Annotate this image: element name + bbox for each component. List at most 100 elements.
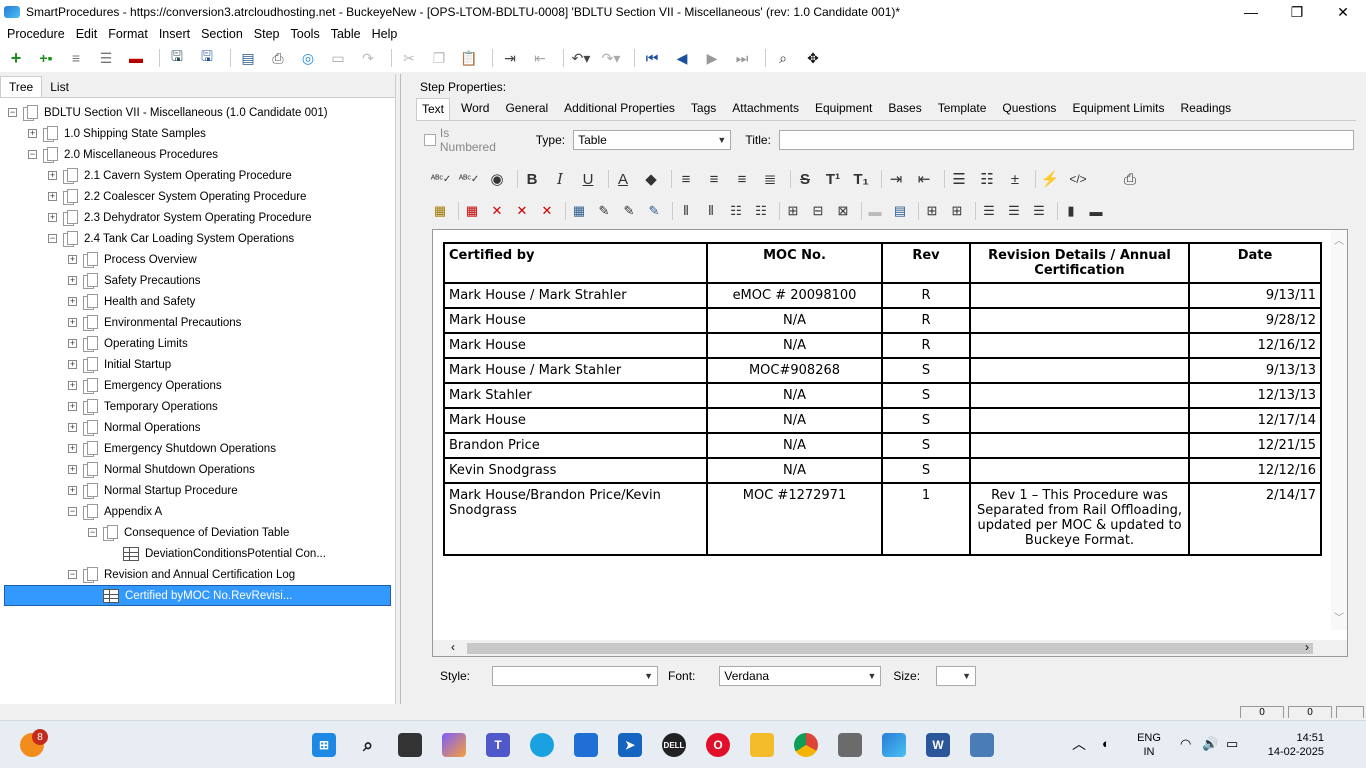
cell-certified-by[interactable]: Mark House — [443, 307, 708, 334]
collapse-icon[interactable]: − — [28, 150, 37, 159]
superscript-icon[interactable]: T¹ — [822, 168, 844, 190]
tree-item[interactable]: Certified byMOC No.RevRevisi... — [4, 585, 391, 606]
chrome-icon[interactable] — [794, 733, 818, 757]
cell-certified-by[interactable]: Mark House / Mark Strahler — [443, 282, 708, 309]
form-icon[interactable]: ▭ — [326, 47, 350, 69]
cell-moc-no[interactable]: N/A — [706, 382, 883, 409]
chevron-up-icon[interactable]: ︿ — [1072, 737, 1086, 751]
menu-section[interactable]: Section — [197, 27, 247, 41]
expand-icon[interactable]: + — [68, 339, 77, 348]
header-revision-details[interactable]: Revision Details / Annual Certification — [969, 242, 1190, 284]
spellcheck-icon[interactable]: ᴬᴮᶜ✓ — [430, 168, 452, 190]
word-icon[interactable]: W — [926, 733, 950, 757]
close-button[interactable]: ✕ — [1320, 0, 1366, 24]
clock[interactable]: 14:51 14-02-2025 — [1254, 731, 1324, 759]
start-icon[interactable]: ⊞ — [312, 733, 336, 757]
cell-date[interactable]: 9/13/11 — [1188, 282, 1322, 309]
insert-column-left-icon[interactable]: ⫴ — [676, 200, 696, 222]
tree-item[interactable]: − BDLTU Section VII - Miscellaneous (1.0 … — [8, 102, 328, 123]
tree-item[interactable]: − 2.4 Tank Car Loading System Operations — [48, 228, 294, 249]
minimize-button[interactable]: — — [1228, 0, 1274, 24]
delete-icon[interactable]: ▬ — [124, 47, 148, 69]
insert-row-above-icon[interactable]: ☷ — [726, 200, 746, 222]
wifi-icon[interactable]: ◠ — [1180, 737, 1191, 751]
language-indicator[interactable]: ENG IN — [1134, 731, 1164, 759]
delete-row-icon[interactable]: ✕ — [487, 200, 507, 222]
cell-date[interactable]: 2/14/17 — [1188, 482, 1322, 556]
collapse-icon[interactable]: − — [68, 507, 77, 516]
store-icon[interactable] — [574, 733, 598, 757]
app-arrow-icon[interactable]: ➤ — [618, 733, 642, 757]
tab-general[interactable]: General — [500, 98, 553, 120]
edge-icon[interactable] — [530, 733, 554, 757]
cell-moc-no[interactable]: eMOC # 20098100 — [706, 282, 883, 309]
cell-rev[interactable]: S — [881, 382, 971, 409]
subscript-icon[interactable]: T₁ — [850, 168, 872, 190]
cell-rev[interactable]: S — [881, 457, 971, 484]
add-icon[interactable]: + — [4, 47, 28, 69]
underline-icon[interactable]: U — [577, 168, 599, 190]
tree-item[interactable]: +2.1 Cavern System Operating Procedure — [48, 165, 292, 186]
tree-item[interactable]: − 2.0 Miscellaneous Procedures — [28, 144, 218, 165]
tab-list[interactable]: List — [42, 77, 77, 97]
header-moc-no[interactable]: MOC No. — [706, 242, 883, 284]
column-width-icon[interactable]: ▮ — [1061, 200, 1081, 222]
tree-item[interactable]: + Emergency Shutdown Operations — [68, 438, 276, 459]
opera-icon[interactable]: O — [706, 733, 730, 757]
style-select[interactable]: ▼ — [492, 666, 659, 686]
tab-text[interactable]: Text — [416, 98, 451, 120]
cell-date[interactable]: 12/16/12 — [1188, 332, 1322, 359]
cell-revision-details[interactable] — [969, 407, 1190, 434]
title-input[interactable] — [778, 130, 1354, 150]
expand-icon[interactable]: + — [68, 486, 77, 495]
menu-table[interactable]: Table — [327, 27, 365, 41]
cell-rev[interactable]: R — [881, 332, 971, 359]
cell-revision-details[interactable] — [969, 282, 1190, 309]
tree-item[interactable]: +1.0 Shipping State Samples — [28, 123, 206, 144]
scroll-thumb[interactable] — [467, 643, 1313, 654]
scroll-right-icon[interactable]: › — [1305, 640, 1309, 654]
cell-date[interactable]: 12/17/14 — [1188, 407, 1322, 434]
undo-icon[interactable]: ↶▾ — [569, 47, 593, 69]
cell-rev[interactable]: R — [881, 307, 971, 334]
cell-moc-no[interactable]: MOC#908268 — [706, 357, 883, 384]
tab-equipment[interactable]: Equipment — [810, 98, 877, 120]
expand-icon[interactable]: + — [68, 318, 77, 327]
copilot-icon[interactable] — [442, 733, 466, 757]
scroll-down-icon[interactable]: ﹀ — [1334, 609, 1344, 624]
cell-date[interactable]: 12/13/13 — [1188, 382, 1322, 409]
delete-cell-icon[interactable]: ✕ — [537, 200, 557, 222]
menu-help[interactable]: Help — [368, 27, 402, 41]
tree-item[interactable]: − Revision and Annual Certification Log — [68, 564, 295, 585]
vertical-scrollbar[interactable]: ︿ ﹀ — [1331, 230, 1347, 630]
tab-word[interactable]: Word — [456, 98, 494, 120]
size-select[interactable]: ▼ — [936, 666, 977, 686]
paste-icon[interactable]: 📋 — [457, 47, 481, 69]
tab-equipment-limits[interactable]: Equipment Limits — [1067, 98, 1169, 120]
edit-row-icon[interactable]: ✎ — [619, 200, 639, 222]
cell-moc-no[interactable]: N/A — [706, 432, 883, 459]
horizontal-rule-icon[interactable]: ± — [1004, 168, 1026, 190]
merge-cells-icon[interactable]: ⊞ — [783, 200, 803, 222]
tab-template[interactable]: Template — [933, 98, 992, 120]
cell-moc-no[interactable]: MOC #1272971 — [706, 482, 883, 556]
tab-additional-properties[interactable]: Additional Properties — [559, 98, 680, 120]
publish-icon[interactable]: ▤ — [236, 47, 260, 69]
cell-certified-by[interactable]: Brandon Price — [443, 432, 708, 459]
menu-edit[interactable]: Edit — [72, 27, 102, 41]
smartprocedures-icon[interactable] — [882, 733, 906, 757]
menu-procedure[interactable]: Procedure — [3, 27, 69, 41]
header-date[interactable]: Date — [1188, 242, 1322, 284]
expand-icon[interactable]: + — [68, 360, 77, 369]
cell-revision-details[interactable] — [969, 307, 1190, 334]
maximize-button[interactable]: ❐ — [1274, 0, 1320, 24]
cell-revision-details[interactable] — [969, 457, 1190, 484]
edit-cell-icon[interactable]: ✎ — [644, 200, 664, 222]
expand-icon[interactable]: + — [68, 465, 77, 474]
print-icon[interactable]: ⎙ — [266, 47, 290, 69]
cell-moc-no[interactable]: N/A — [706, 407, 883, 434]
split-cells-icon[interactable]: ⊟ — [808, 200, 828, 222]
cell-rev[interactable]: 1 — [881, 482, 971, 556]
increase-indent-icon[interactable]: ⇥ — [885, 168, 907, 190]
cell-date[interactable]: 12/12/16 — [1188, 457, 1322, 484]
